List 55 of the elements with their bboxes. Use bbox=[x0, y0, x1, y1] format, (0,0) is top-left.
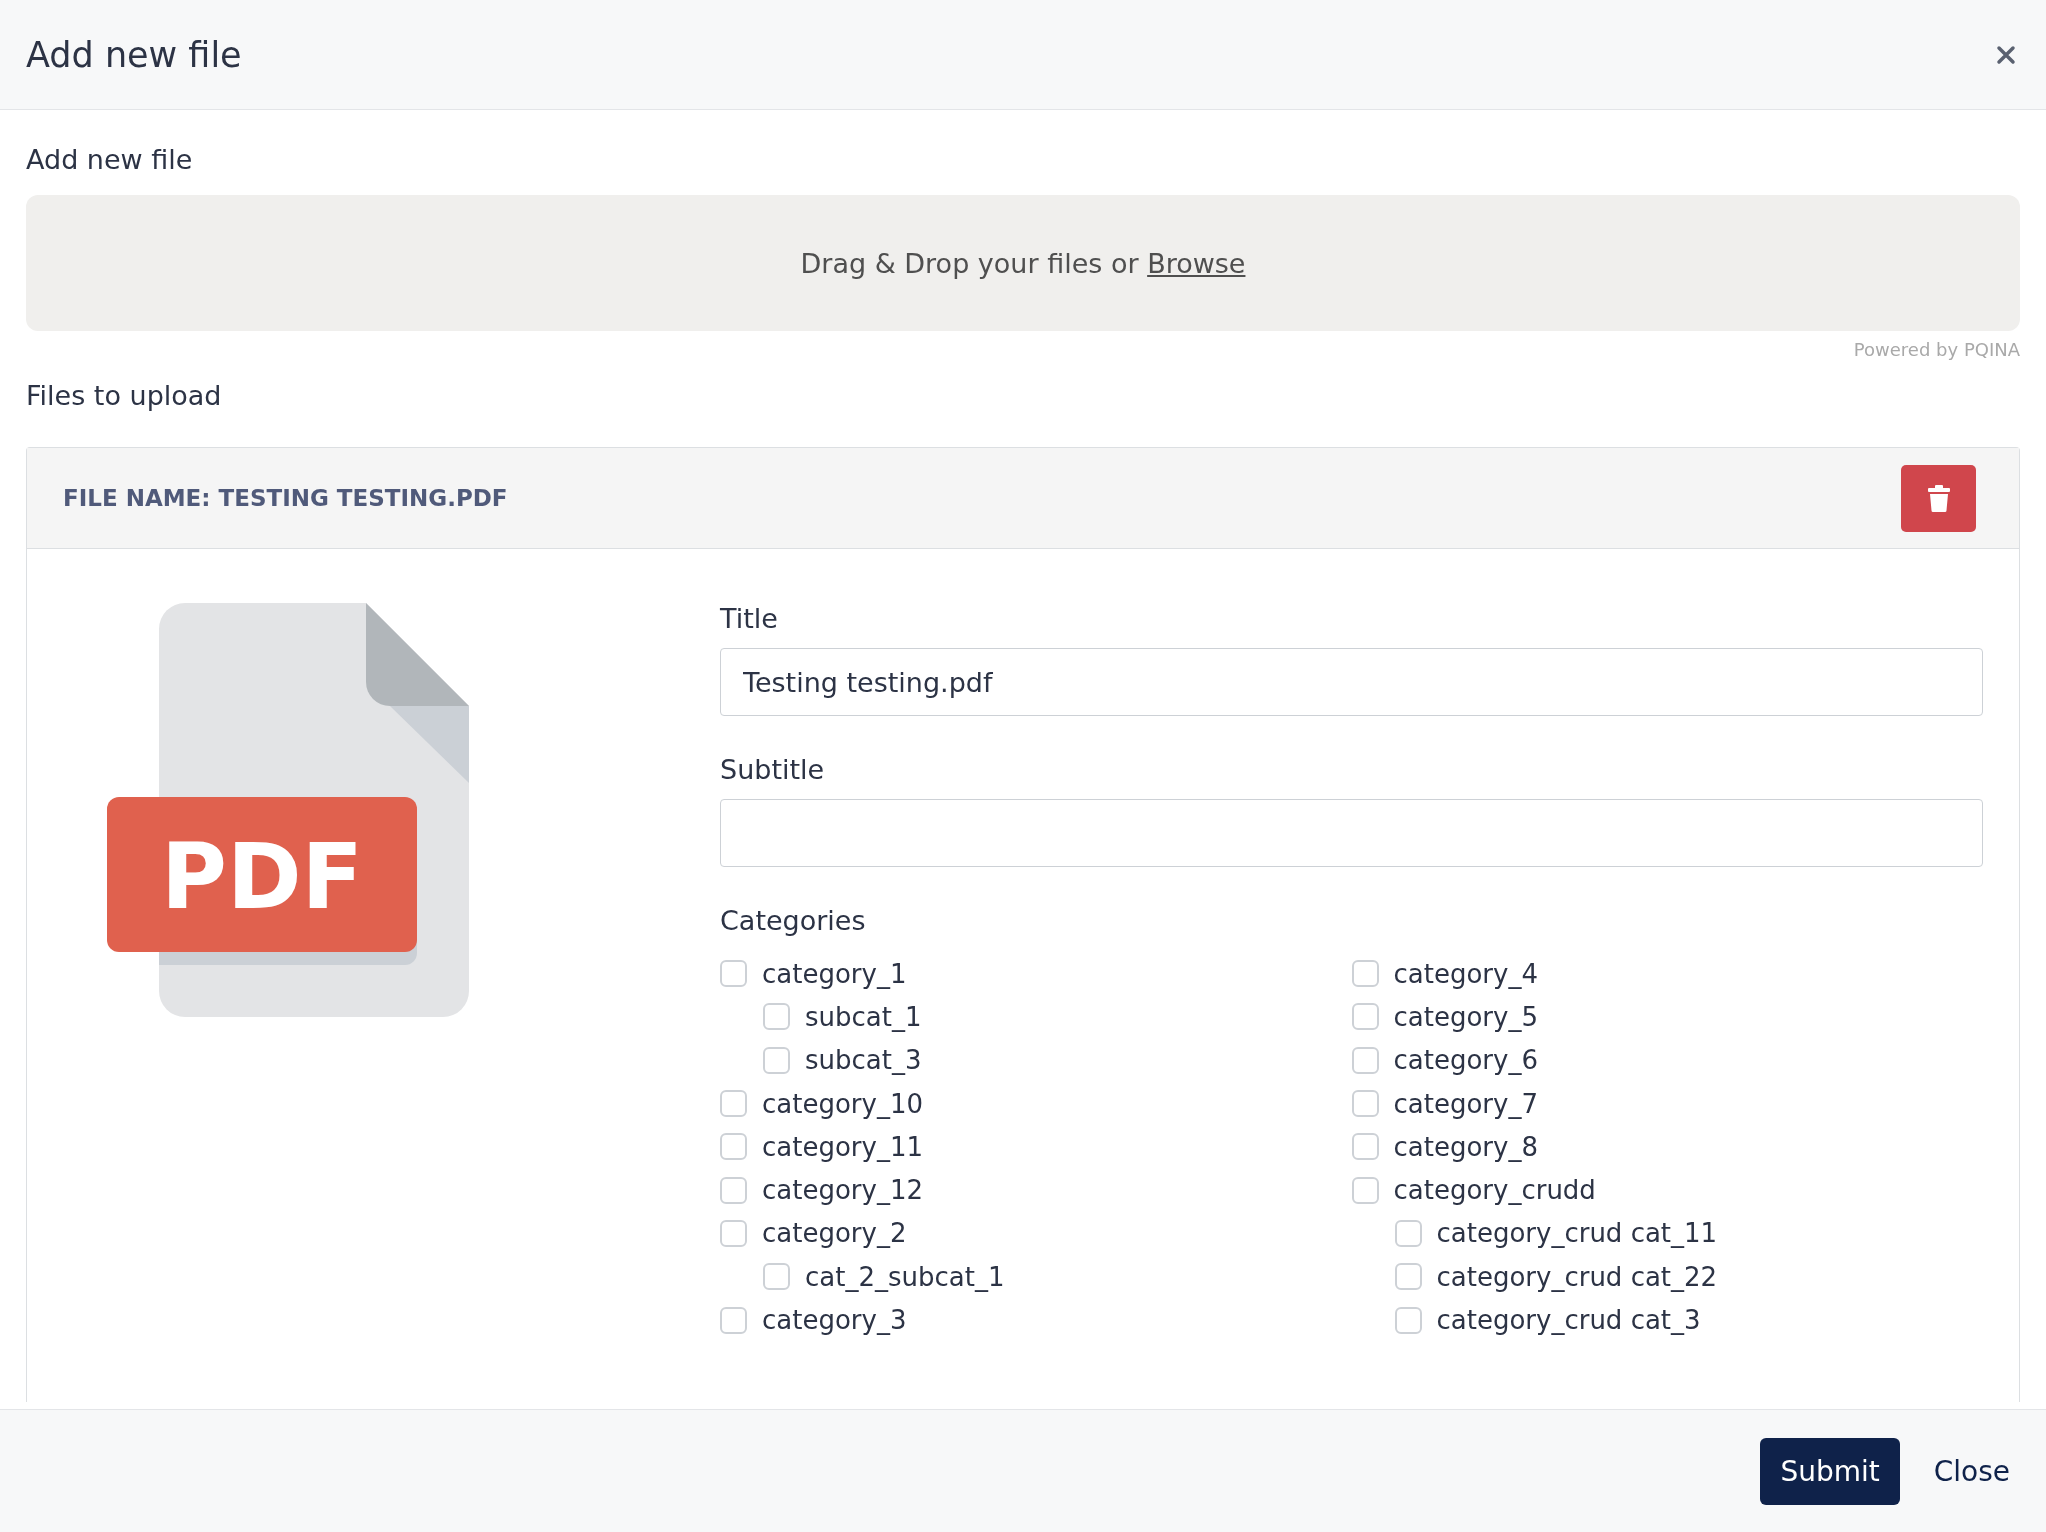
delete-button[interactable] bbox=[1901, 464, 1976, 532]
checkbox[interactable] bbox=[720, 1090, 747, 1118]
checkbox-label: category_12 bbox=[762, 1175, 923, 1206]
checkbox[interactable] bbox=[1351, 1003, 1379, 1031]
checkbox[interactable] bbox=[720, 1219, 747, 1247]
checkbox-label: category_crud cat_11 bbox=[1436, 1218, 1718, 1249]
browse-link[interactable]: Browse bbox=[1147, 247, 1246, 279]
checkbox-label: category_11 bbox=[762, 1131, 923, 1162]
dialog-title: Add new file bbox=[26, 34, 242, 75]
field-label: Categories bbox=[720, 905, 867, 936]
checkbox-label: category_1 bbox=[762, 958, 907, 989]
file-name: FILE NAME: TESTING TESTING.PDF bbox=[63, 485, 508, 511]
credit-text: Powered by PQINA bbox=[1853, 339, 2020, 360]
drop-zone-text: Drag & Drop your files or Browse bbox=[800, 247, 1246, 279]
checkbox[interactable] bbox=[763, 1046, 790, 1074]
checkbox[interactable] bbox=[1351, 1046, 1379, 1074]
checkbox-label: category_crud cat_3 bbox=[1436, 1305, 1701, 1335]
text-field[interactable]: Testing testing.pdf bbox=[720, 648, 1983, 716]
checkbox-label: subcat_3 bbox=[805, 1045, 922, 1076]
checkbox-label: category_crud cat_22 bbox=[1436, 1261, 1718, 1292]
trash-icon bbox=[1927, 484, 1950, 512]
checkbox[interactable] bbox=[1394, 1263, 1422, 1291]
checkbox[interactable] bbox=[763, 1263, 790, 1291]
checkbox-label: category_8 bbox=[1393, 1131, 1538, 1162]
field-label: Subtitle bbox=[720, 754, 826, 785]
checkbox-label: category_crudd bbox=[1393, 1175, 1596, 1206]
checkbox[interactable] bbox=[720, 1306, 747, 1334]
pdf-label: PDF bbox=[160, 824, 364, 929]
close-button[interactable]: Close bbox=[1919, 1454, 2024, 1488]
checkbox[interactable] bbox=[1394, 1219, 1422, 1247]
drop-zone[interactable]: Drag & Drop your files or Browse bbox=[26, 195, 2020, 331]
checkbox-label: subcat_1 bbox=[805, 1001, 922, 1032]
field-label: Title bbox=[720, 603, 779, 634]
submit-button[interactable]: Submit bbox=[1760, 1437, 1900, 1505]
checkbox-label: category_2 bbox=[762, 1218, 907, 1249]
section-label: Files to upload bbox=[26, 380, 223, 411]
checkbox-label: category_7 bbox=[1393, 1088, 1538, 1119]
checkbox[interactable] bbox=[720, 960, 747, 988]
checkbox-label: category_6 bbox=[1393, 1045, 1538, 1076]
checkbox-label: category_4 bbox=[1393, 958, 1538, 989]
checkbox-label: category_3 bbox=[762, 1305, 907, 1335]
close-icon bbox=[1996, 44, 2016, 65]
checkbox[interactable] bbox=[720, 1176, 747, 1204]
checkbox-label: cat_2_subcat_1 bbox=[805, 1261, 1005, 1292]
checkbox-label: category_10 bbox=[762, 1088, 923, 1119]
checkbox[interactable] bbox=[1351, 960, 1379, 988]
checkbox[interactable] bbox=[1351, 1176, 1379, 1204]
section-label: Add new file bbox=[26, 144, 194, 175]
checkbox[interactable] bbox=[1351, 1090, 1379, 1118]
checkbox[interactable] bbox=[1351, 1133, 1379, 1161]
text-field[interactable] bbox=[720, 799, 1983, 867]
checkbox-label: category_5 bbox=[1393, 1001, 1538, 1032]
checkbox[interactable] bbox=[763, 1003, 790, 1031]
checkbox[interactable] bbox=[1394, 1306, 1422, 1334]
checkbox[interactable] bbox=[720, 1133, 747, 1161]
